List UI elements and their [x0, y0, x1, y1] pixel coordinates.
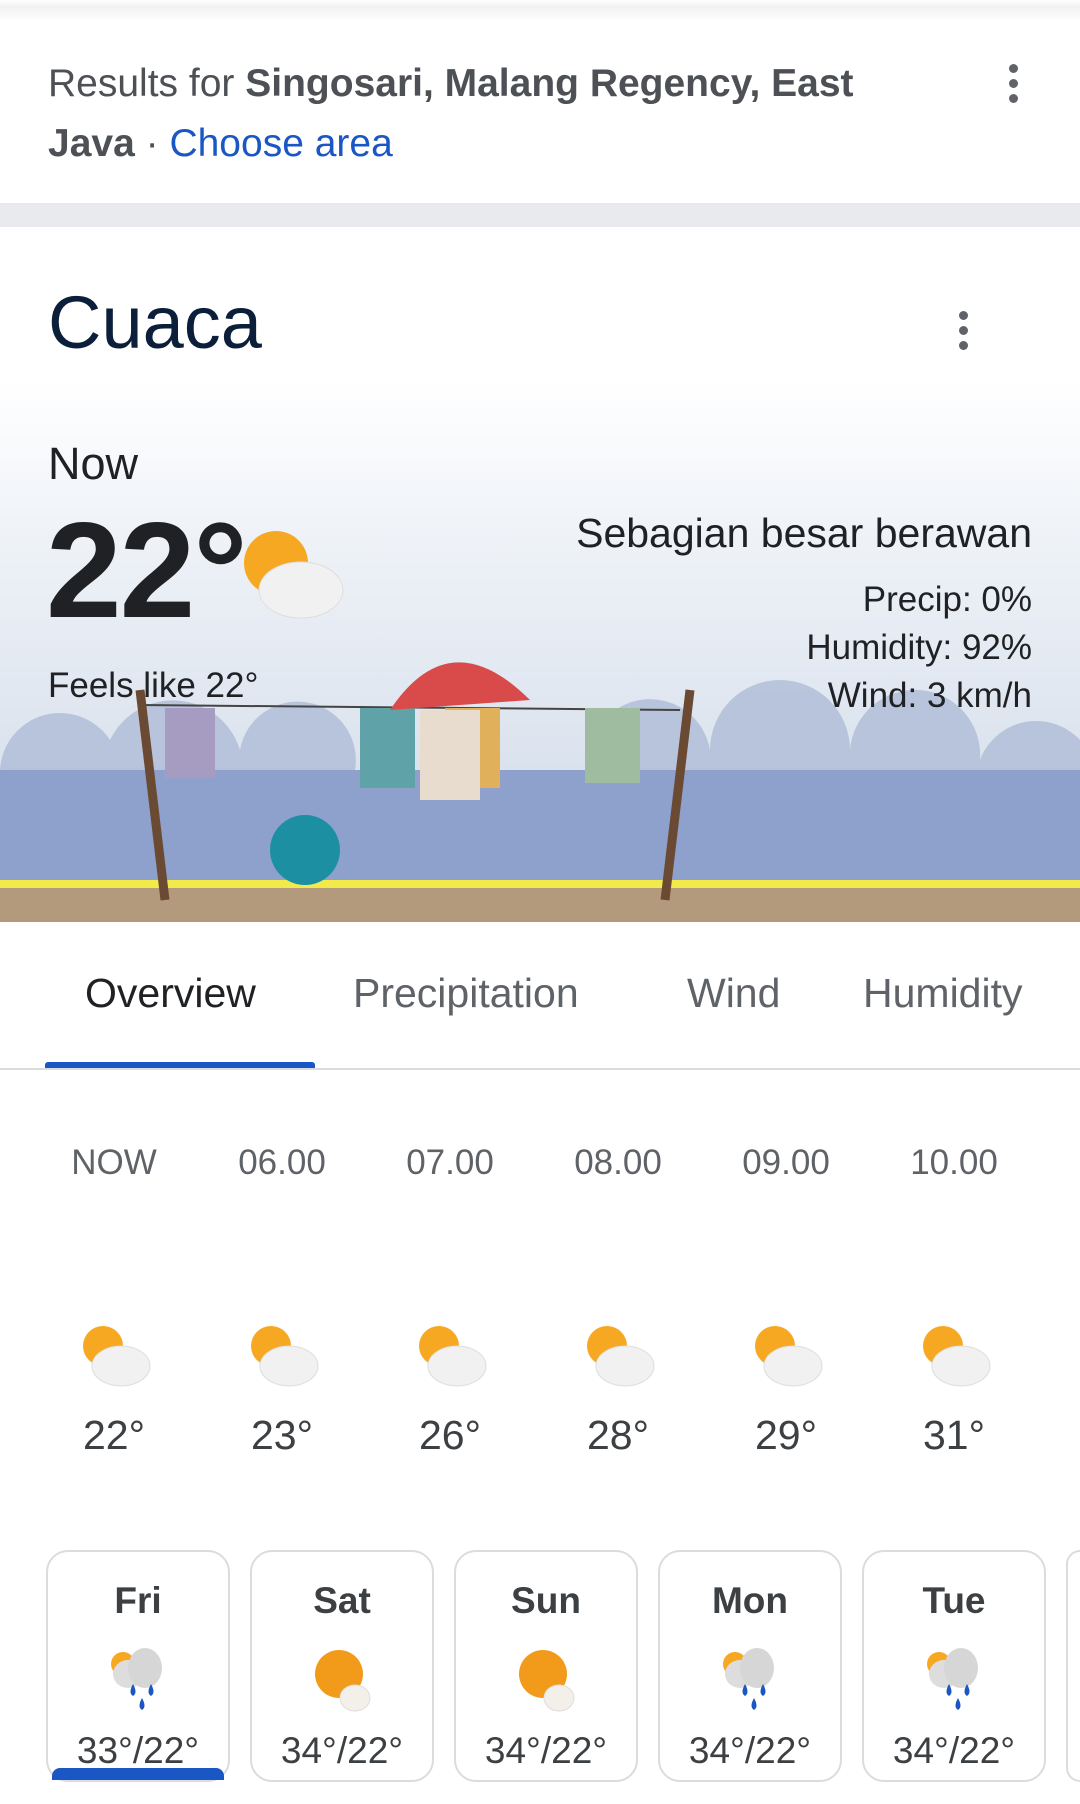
day-temperatures: 33°/22° [76, 1730, 200, 1771]
hour-temperature: 22° [82, 1412, 145, 1458]
more-options-icon[interactable] [993, 58, 1033, 108]
day-card-fri[interactable]: Fri 33°/22° [46, 1550, 230, 1782]
section-divider [0, 203, 1080, 227]
day-label: Sun [511, 1580, 581, 1621]
results-prefix: Results for [48, 62, 235, 105]
day-card-mon[interactable]: Mon 34°/22° [658, 1550, 842, 1782]
hour-temperature: 23° [250, 1412, 313, 1458]
day-label: Fri [114, 1580, 162, 1621]
wind-stat: Wind: 3 km/h [827, 676, 1032, 715]
partly-cloudy-icon [581, 1322, 655, 1393]
hour-temperature: 26° [418, 1412, 481, 1458]
day-temperatures: 34°/22° [892, 1730, 1016, 1771]
day-label: Sat [313, 1580, 371, 1621]
hour-label: 09.00 [742, 1143, 830, 1182]
partly-cloudy-icon [244, 531, 344, 619]
partly-cloudy-icon [413, 1322, 487, 1393]
now-label: Now [48, 438, 139, 489]
hour-temperature: 29° [754, 1412, 817, 1458]
partly-cloudy-icon [245, 1322, 319, 1393]
day-temperatures: 34°/22° [280, 1730, 404, 1771]
separator: · [145, 122, 159, 165]
day-label: Mon [711, 1580, 789, 1621]
hour-label: 10.00 [910, 1143, 998, 1182]
top-bar-shadow [0, 0, 1080, 22]
hour-temperature: 31° [922, 1412, 985, 1458]
choose-area-link[interactable]: Choose area [169, 122, 392, 165]
tab-precipitation[interactable]: Precipitation [353, 970, 579, 1017]
precipitation-stat: Precip: 0% [862, 580, 1032, 619]
humidity-stat: Humidity: 92% [806, 628, 1032, 667]
rain-showers-icon [919, 1644, 989, 1714]
hour-label: 08.00 [574, 1143, 662, 1182]
hour-label: 06.00 [238, 1143, 326, 1182]
rain-showers-icon [715, 1644, 785, 1714]
partly-cloudy-icon [77, 1322, 151, 1393]
day-card-tue[interactable]: Tue 34°/22° [862, 1550, 1046, 1782]
mostly-sunny-icon [307, 1644, 377, 1714]
day-card-sat[interactable]: Sat 34°/22° [250, 1550, 434, 1782]
hour-temperature: 28° [586, 1412, 649, 1458]
hour-label: NOW [71, 1143, 157, 1182]
tab-overview[interactable]: Overview [85, 970, 256, 1017]
feels-like: Feels like 22° [48, 666, 259, 705]
location-results: Results for Singosari, Malang Regency, E… [48, 54, 928, 174]
day-temperatures: 34°/22° [688, 1730, 812, 1771]
hour-label: 07.00 [406, 1143, 494, 1182]
current-temperature: 22° [46, 494, 248, 646]
weather-more-options-icon[interactable] [943, 305, 983, 355]
next-day-card[interactable] [1066, 1550, 1080, 1782]
weather-tabs: Overview Precipitation Wind Humidity [0, 950, 1080, 1070]
partly-cloudy-icon [749, 1322, 823, 1393]
day-label: Tue [922, 1580, 986, 1621]
weather-title: Cuaca [48, 281, 262, 364]
tab-humidity[interactable]: Humidity [863, 970, 1022, 1017]
rain-showers-icon [103, 1644, 173, 1714]
day-card-sun[interactable]: Sun 34°/22° [454, 1550, 638, 1782]
weather-condition: Sebagian besar berawan [576, 510, 1032, 556]
selected-day-indicator [52, 1768, 224, 1780]
mostly-sunny-icon [511, 1644, 581, 1714]
partly-cloudy-icon [917, 1322, 991, 1393]
active-tab-indicator [45, 1062, 315, 1068]
day-temperatures: 34°/22° [484, 1730, 608, 1771]
tab-wind[interactable]: Wind [687, 970, 780, 1017]
